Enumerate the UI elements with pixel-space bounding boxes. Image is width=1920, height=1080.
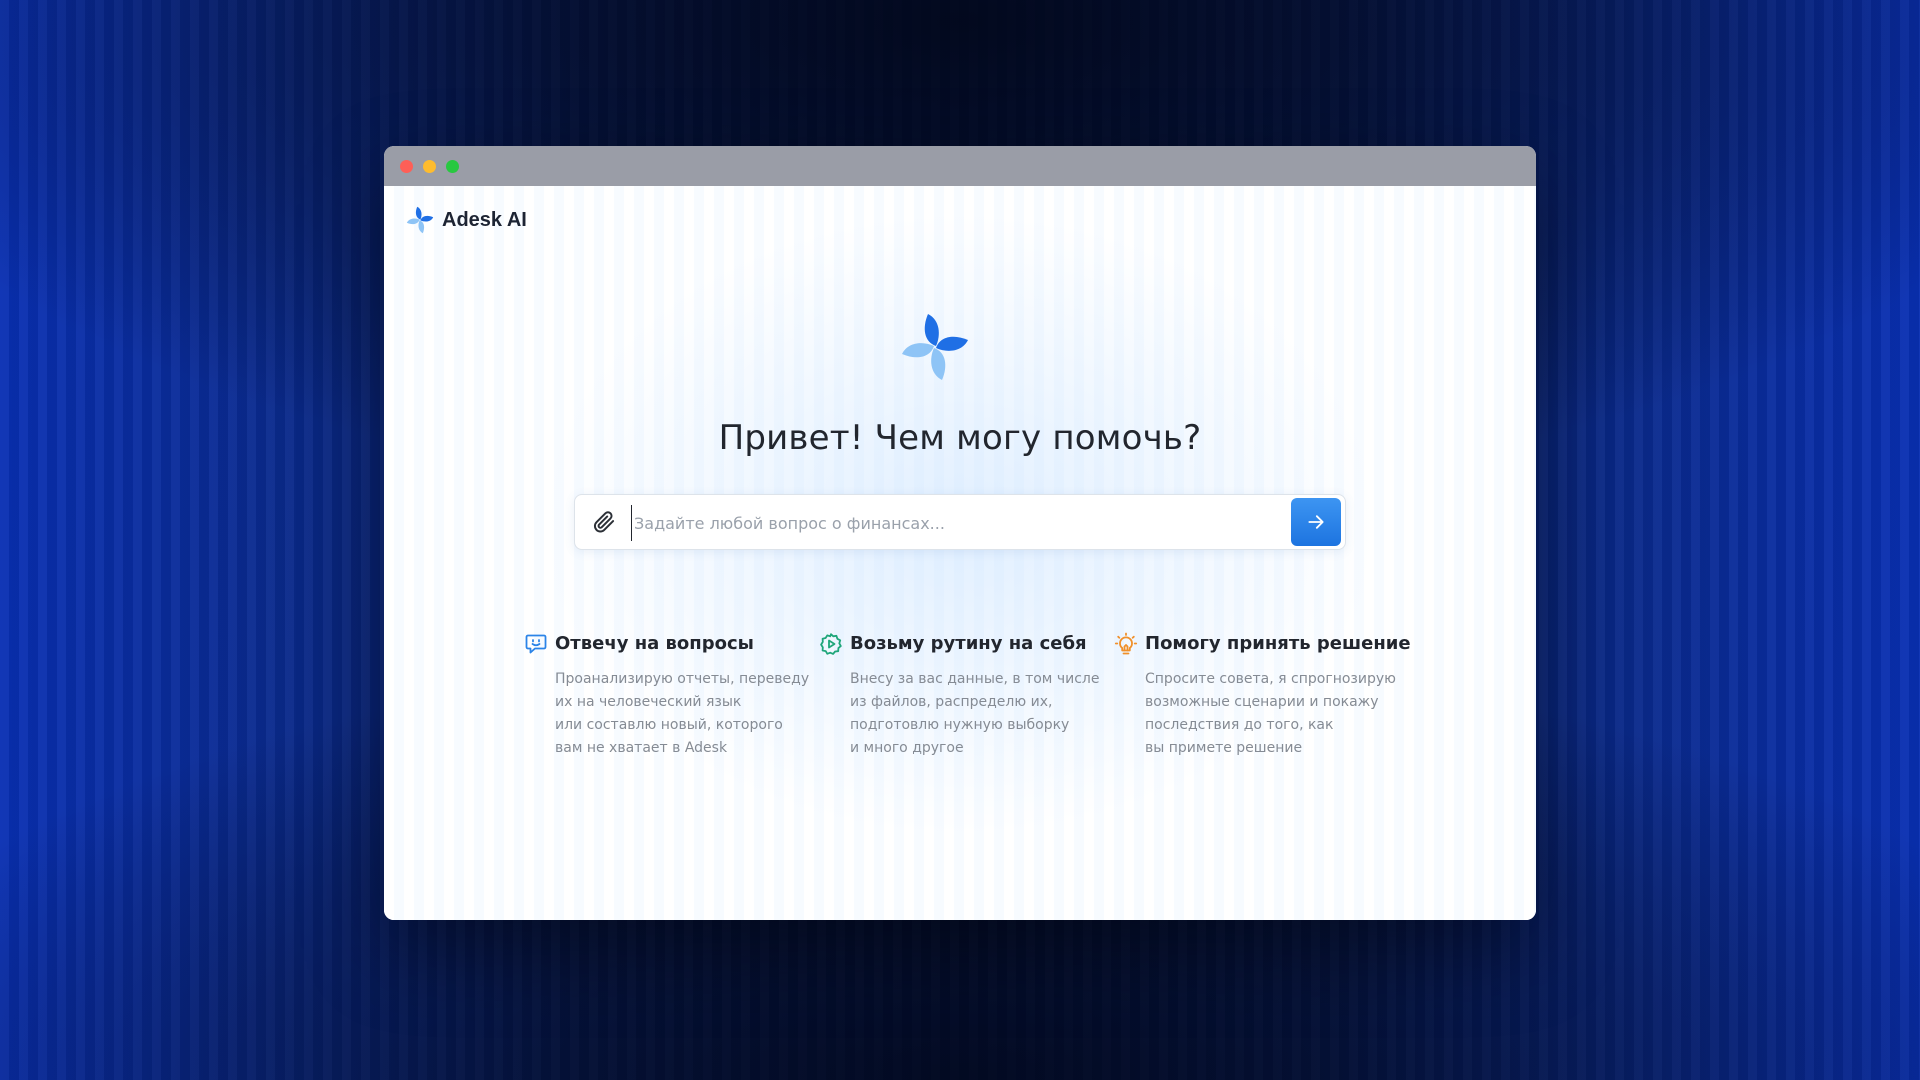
feature-description-line: и много другое (850, 740, 964, 756)
brand-logo[interactable]: Adesk AI (406, 206, 527, 234)
browser-window: Adesk AI Привет! Чем могу помочь? Задайт… (384, 146, 1536, 920)
chat-smile-icon (525, 634, 547, 654)
adesk-hero-logo-icon (902, 314, 968, 380)
gear-play-icon (820, 633, 842, 655)
feature-description-line: вам не хватает в Adesk (555, 740, 728, 756)
feature-description-line: подготовлю нужную выборку (850, 717, 1070, 733)
feature-description-line: Внесу за вас данные, в том числе (850, 671, 1100, 687)
feature-description-line: Проанализирую отчеты, переведу (555, 671, 810, 687)
feature-list: Отвечу на вопросы Проанализирую отчеты, … (524, 632, 1411, 762)
feature-description: Спросите совета, я спрогнозирую возможны… (1145, 668, 1396, 760)
feature-description: Проанализирую отчеты, переведу их на чел… (555, 668, 809, 760)
feature-description-line: возможные сценарии и покажу (1145, 694, 1379, 710)
feature-title: Возьму рутину на себя (850, 633, 1087, 654)
close-window-button[interactable] (400, 159, 413, 173)
minimize-window-button[interactable] (423, 159, 436, 173)
chat-home: Adesk AI Привет! Чем могу помочь? Задайт… (384, 186, 1536, 920)
feature-title: Отвечу на вопросы (555, 633, 754, 654)
feature-description-line: их на человеческий язык (555, 694, 742, 710)
feature-description: Внесу за вас данные, в том числе из файл… (850, 668, 1099, 760)
feature-description-line: вы примете решение (1145, 740, 1303, 756)
adesk-logo-icon (406, 206, 434, 234)
arrow-right-icon (1308, 515, 1324, 529)
maximize-window-button[interactable] (446, 159, 459, 173)
feature-description-line: из файлов, распределю их, (850, 694, 1053, 710)
feature-title: Помогу принять решение (1145, 633, 1411, 654)
window-titlebar (384, 146, 1536, 186)
feature-description-line: или составлю новый, которого (555, 717, 783, 733)
feature-description-line: последствия до того, как (1145, 717, 1334, 733)
lightbulb-icon (1114, 632, 1138, 655)
greeting-title: Привет! Чем могу помочь? (718, 418, 1202, 458)
send-button[interactable] (1291, 498, 1341, 546)
question-input[interactable] (631, 505, 1276, 541)
chat-input-box (574, 494, 1346, 550)
brand-name: Adesk AI (442, 208, 527, 231)
feature-description-line: Спросите совета, я спрогнозирую (1145, 671, 1396, 687)
paperclip-icon[interactable] (591, 509, 617, 535)
